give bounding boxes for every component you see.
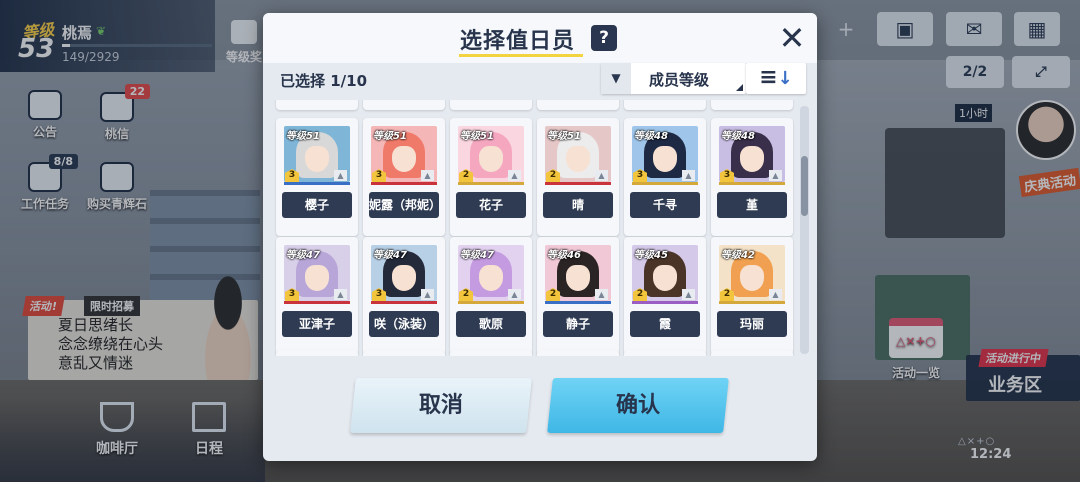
rarity-bar	[284, 301, 350, 304]
role-icon: ▲	[334, 289, 347, 300]
cancel-button[interactable]: 取消	[350, 378, 532, 433]
rarity-bar	[719, 182, 785, 185]
role-icon: ▲	[769, 289, 782, 300]
rarity-bar	[632, 182, 698, 185]
member-name: 亚津子	[282, 311, 352, 337]
rarity-bar	[545, 301, 611, 304]
confirm-button[interactable]: 确认	[547, 378, 729, 433]
member-card-partial[interactable]	[711, 100, 793, 110]
confirm-label: 确认	[615, 393, 660, 418]
role-icon: ▲	[595, 289, 608, 300]
member-card[interactable]: 等级42 2 ▲ 玛丽	[711, 237, 793, 355]
rarity-bar	[632, 301, 698, 304]
member-card[interactable]: 等级51 2 ▲ 花子	[450, 118, 532, 236]
member-card[interactable]: 等级48 3 ▲ 堇	[711, 118, 793, 236]
member-card[interactable]: 等级51 3 ▲ 樱子	[276, 118, 358, 236]
member-card-partial[interactable]	[363, 100, 445, 110]
member-card-partial[interactable]	[537, 350, 619, 356]
rarity-bar	[458, 301, 524, 304]
sort-descending-icon: ≡↓	[759, 65, 793, 90]
member-name: 妮露（邦妮）	[369, 192, 441, 218]
member-level: 等级46	[547, 250, 581, 261]
member-card[interactable]: 等级51 2 ▲ 晴	[537, 118, 619, 236]
member-card[interactable]: 等级46 2 ▲ 静子	[537, 237, 619, 355]
title-underline	[459, 54, 583, 57]
dialog-title: 选择值日员	[460, 29, 576, 54]
help-button[interactable]: ?	[591, 25, 617, 51]
member-card[interactable]: 等级47 3 ▲ 亚津子	[276, 237, 358, 355]
sort-label: 成员等级	[649, 71, 710, 89]
member-card-partial[interactable]	[450, 100, 532, 110]
member-level: 等级47	[460, 250, 494, 261]
rarity-bar	[284, 182, 350, 185]
member-card-partial[interactable]	[450, 350, 532, 356]
member-name: 花子	[456, 192, 526, 218]
scrollbar-thumb[interactable]	[801, 156, 808, 216]
member-name: 堇	[717, 192, 787, 218]
member-card[interactable]: 等级48 3 ▲ 千寻	[624, 118, 706, 236]
role-icon: ▲	[508, 289, 521, 300]
member-card[interactable]: 等级45 2 ▲ 霞	[624, 237, 706, 355]
sort-dropdown[interactable]: ▼ 成员等级	[601, 63, 746, 94]
member-level: 等级51	[373, 131, 407, 142]
cancel-label: 取消	[418, 393, 463, 418]
member-name: 歌原	[456, 311, 526, 337]
member-name: 晴	[543, 192, 613, 218]
member-level: 等级42	[721, 250, 755, 261]
scrollbar[interactable]	[800, 106, 809, 354]
member-grid[interactable]: 等级51 3 ▲ 樱子 等级51 3 ▲ 妮露（邦妮） 等级51 2 ▲ 花子 等级51 2 ▲ 晴等级48 3…	[272, 100, 798, 356]
member-level: 等级51	[460, 131, 494, 142]
member-level: 等级47	[373, 250, 407, 261]
filter-icon: ▼	[601, 63, 631, 94]
member-level: 等级48	[634, 131, 668, 142]
role-icon: ▲	[334, 170, 347, 181]
member-card-partial[interactable]	[363, 350, 445, 356]
member-level: 等级45	[634, 250, 668, 261]
member-name: 霞	[630, 311, 700, 337]
member-name: 静子	[543, 311, 613, 337]
role-icon: ▲	[421, 289, 434, 300]
select-duty-dialog: 选择值日员 ? ✕ 已选择 1/10 ▼ 成员等级 ≡↓ 等级51 3 ▲ 樱子 等级5…	[263, 13, 817, 461]
member-card-partial[interactable]	[276, 100, 358, 110]
rarity-bar	[545, 182, 611, 185]
member-name: 樱子	[282, 192, 352, 218]
member-card-partial[interactable]	[711, 350, 793, 356]
member-card[interactable]: 等级51 3 ▲ 妮露（邦妮）	[363, 118, 445, 236]
selected-count: 已选择 1/10	[280, 72, 368, 90]
member-level: 等级51	[547, 131, 581, 142]
dropdown-corner-icon	[736, 84, 743, 91]
member-level: 等级47	[286, 250, 320, 261]
member-name: 玛丽	[717, 311, 787, 337]
role-icon: ▲	[769, 170, 782, 181]
member-name: 咲（泳装）	[369, 311, 439, 337]
role-icon: ▲	[508, 170, 521, 181]
close-button[interactable]: ✕	[775, 21, 809, 55]
member-name: 千寻	[630, 192, 700, 218]
member-card-partial[interactable]	[624, 350, 706, 356]
rarity-bar	[371, 182, 437, 185]
role-icon: ▲	[682, 289, 695, 300]
member-card-partial[interactable]	[537, 100, 619, 110]
member-card-partial[interactable]	[276, 350, 358, 356]
member-level: 等级48	[721, 131, 755, 142]
rarity-bar	[719, 301, 785, 304]
role-icon: ▲	[682, 170, 695, 181]
member-card[interactable]: 等级47 3 ▲ 咲（泳装）	[363, 237, 445, 355]
member-card-partial[interactable]	[624, 100, 706, 110]
rarity-bar	[371, 301, 437, 304]
role-icon: ▲	[421, 170, 434, 181]
rarity-bar	[458, 182, 524, 185]
sort-order-button[interactable]: ≡↓	[746, 63, 806, 94]
member-card[interactable]: 等级47 2 ▲ 歌原	[450, 237, 532, 355]
role-icon: ▲	[595, 170, 608, 181]
member-level: 等级51	[286, 131, 320, 142]
